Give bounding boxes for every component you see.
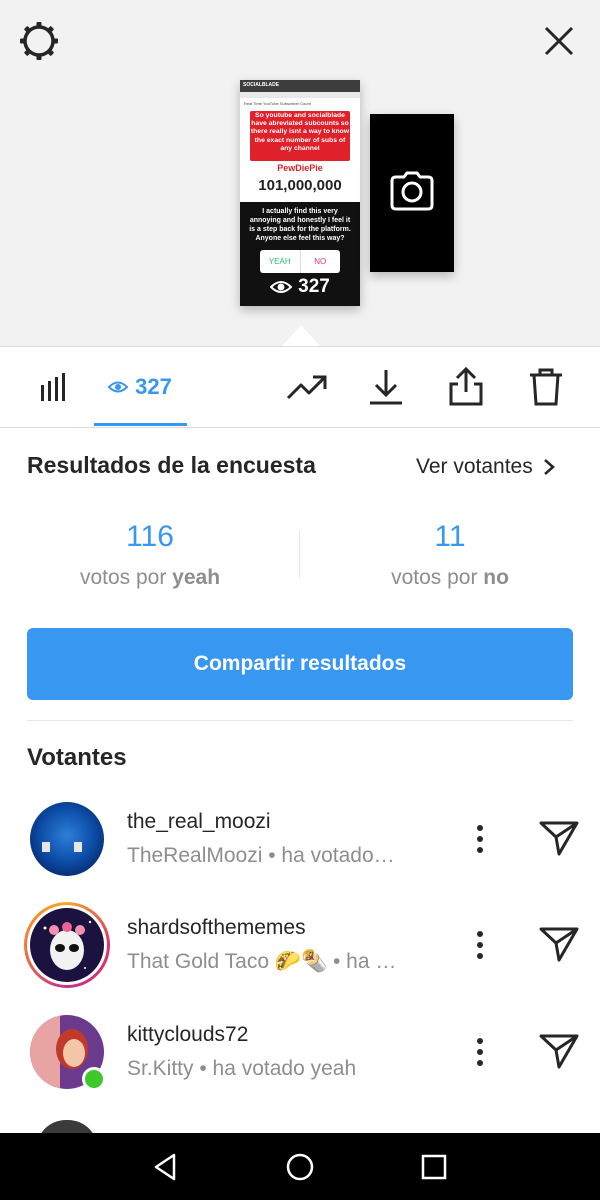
- story-poll-no: NO: [314, 257, 327, 266]
- voter-username[interactable]: shardsofthememes: [127, 916, 306, 940]
- share-results-button[interactable]: Compartir resultados: [27, 628, 573, 700]
- nav-home-icon[interactable]: [284, 1151, 316, 1183]
- vote-label-no: votos por no: [300, 566, 600, 590]
- voter-row[interactable]: kittyclouds72 Sr.Kitty • ha votado yeah: [0, 1015, 600, 1105]
- add-story-camera[interactable]: [370, 114, 454, 272]
- story-views-count: 327: [298, 276, 330, 297]
- voter-row[interactable]: shardsofthememes That Gold Taco 🌮🌯 • ha …: [0, 902, 600, 998]
- download-icon[interactable]: [367, 367, 405, 407]
- story-poll-sticker: YEAH NO: [260, 250, 340, 273]
- see-voters-link[interactable]: Ver votantes: [416, 455, 555, 479]
- android-nav-bar: [0, 1133, 600, 1200]
- story-red-caption: So youtube and socialblade have abreviat…: [250, 111, 350, 161]
- poll-results-title: Resultados de la encuesta: [27, 452, 316, 478]
- story-screenshot: SOCIALBLADE Real Time YouTube Subscriber…: [240, 80, 360, 202]
- eye-icon: [270, 281, 293, 293]
- promote-trend-icon[interactable]: [286, 367, 328, 407]
- active-tab-indicator: [94, 423, 187, 426]
- close-icon[interactable]: [540, 22, 578, 60]
- delete-trash-icon[interactable]: [527, 367, 565, 407]
- selected-story-pointer: [281, 325, 321, 347]
- chevron-right-icon: [543, 459, 555, 475]
- story-poll-yes: YEAH: [260, 250, 301, 273]
- poll-option-yeah-result: 116 votos por yeah: [0, 520, 300, 590]
- more-options-icon[interactable]: [470, 1035, 490, 1069]
- vote-count-no: 11: [434, 520, 466, 553]
- divider: [27, 720, 573, 721]
- voter-subtitle: TheRealMoozi • ha votado…: [127, 844, 395, 867]
- voter-row[interactable]: the_real_moozi TheRealMoozi • ha votado…: [0, 802, 600, 892]
- nav-back-icon[interactable]: [150, 1151, 182, 1183]
- send-message-icon[interactable]: [538, 818, 580, 858]
- story-preview-area: SOCIALBLADE Real Time YouTube Subscriber…: [0, 0, 600, 347]
- eye-icon: [108, 381, 129, 393]
- share-icon[interactable]: [447, 367, 485, 407]
- more-options-icon[interactable]: [470, 822, 490, 856]
- vote-option-name: no: [483, 566, 509, 589]
- story-site-header: SOCIALBLADE: [240, 80, 360, 92]
- vote-label-yeah: votos por yeah: [0, 566, 300, 590]
- avatar[interactable]: [30, 908, 104, 982]
- poll-option-no-result: 11 votos por no: [300, 520, 600, 590]
- insights-bar-chart-icon[interactable]: [34, 367, 74, 407]
- story-views: 327: [240, 276, 360, 298]
- insights-toolbar: 327: [0, 347, 600, 428]
- voter-username[interactable]: the_real_moozi: [127, 810, 271, 834]
- voters-section-title: Votantes: [27, 744, 127, 771]
- more-options-icon[interactable]: [470, 928, 490, 962]
- send-message-icon[interactable]: [538, 924, 580, 964]
- avatar[interactable]: [30, 802, 104, 876]
- story-site-subbar: [240, 92, 360, 98]
- vote-option-name: yeah: [172, 566, 221, 589]
- story-channel-name: PewDiePie: [277, 163, 323, 173]
- send-message-icon[interactable]: [538, 1031, 580, 1071]
- see-voters-label: Ver votantes: [416, 455, 533, 478]
- vote-label-prefix: votos por: [79, 566, 173, 589]
- nav-recents-icon[interactable]: [418, 1151, 450, 1183]
- camera-icon: [390, 171, 434, 211]
- voter-subtitle: That Gold Taco 🌮🌯 • ha …: [127, 950, 397, 973]
- voter-username[interactable]: kittyclouds72: [127, 1023, 248, 1047]
- voter-subtitle: Sr.Kitty • ha votado yeah: [127, 1057, 357, 1080]
- vote-label-prefix: votos por: [391, 566, 484, 589]
- story-question: I actually find this very annoying and h…: [249, 208, 351, 242]
- viewers-tab[interactable]: 327: [100, 367, 180, 407]
- online-status-dot: [82, 1067, 106, 1091]
- settings-gear-icon[interactable]: [18, 20, 60, 62]
- viewers-count: 327: [135, 374, 172, 399]
- story-thumbnail[interactable]: SOCIALBLADE Real Time YouTube Subscriber…: [240, 80, 360, 306]
- story-page-title: Real Time YouTube Subscriber Count: [244, 101, 311, 106]
- story-site-logo: SOCIALBLADE: [243, 82, 280, 88]
- vote-count-yeah: 116: [126, 520, 174, 553]
- story-sub-count: 101,000,000: [258, 177, 342, 194]
